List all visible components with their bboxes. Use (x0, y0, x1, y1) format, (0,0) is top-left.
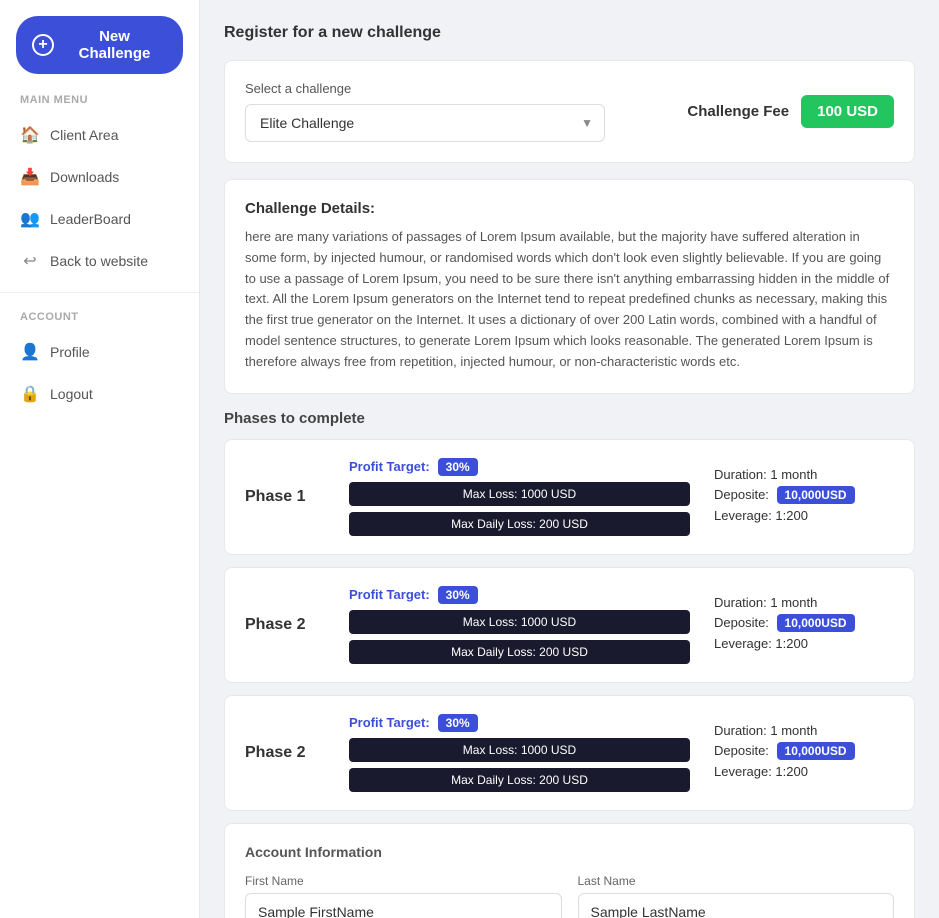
phase-3-profit-row: Profit Target: 30% (349, 714, 690, 732)
sidebar-item-profile[interactable]: 👤 Profile (0, 331, 199, 373)
phase-1-profit-badge: 30% (438, 458, 478, 476)
download-icon: 📥 (20, 167, 40, 187)
phases-title: Phases to complete (224, 410, 915, 427)
phases-section: Phases to complete Phase 1 Profit Target… (224, 410, 915, 811)
phase-2-profit-label: Profit Target: (349, 587, 430, 602)
phase-2-profit-badge: 30% (438, 586, 478, 604)
challenge-select-wrapper: Select a challenge Elite Challenge Stand… (245, 81, 605, 142)
phase-1-profit-row: Profit Target: 30% (349, 458, 690, 476)
phase-3-profit-label: Profit Target: (349, 715, 430, 730)
last-name-input[interactable] (578, 893, 895, 918)
phase-1-leverage: Leverage: 1:200 (714, 508, 894, 523)
phase-3-profit-badge: 30% (438, 714, 478, 732)
phase-2-deposit: Deposite: 10,000USD (714, 614, 894, 632)
profile-icon: 👤 (20, 342, 40, 362)
challenge-description: here are many variations of passages of … (245, 227, 894, 373)
select-challenge-label: Select a challenge (245, 81, 605, 96)
phase-1-name: Phase 1 (245, 488, 325, 506)
phase-3-leverage: Leverage: 1:200 (714, 764, 894, 779)
phase-2-leverage: Leverage: 1:200 (714, 636, 894, 651)
main-content: Register for a new challenge Select a ch… (200, 0, 939, 918)
challenge-fee-label: Challenge Fee (687, 103, 789, 120)
phase-2-profit-row: Profit Target: 30% (349, 586, 690, 604)
phase-3-duration: Duration: 1 month (714, 723, 894, 738)
phase-3-middle: Profit Target: 30% Max Loss: 1000 USD Ma… (349, 714, 690, 792)
last-name-label: Last Name (578, 874, 895, 888)
sidebar-item-logout-label: Logout (50, 386, 93, 402)
phase-2-right: Duration: 1 month Deposite: 10,000USD Le… (714, 595, 894, 655)
phase-3-max-loss: Max Loss: 1000 USD (349, 738, 690, 762)
sidebar-item-downloads-label: Downloads (50, 169, 119, 185)
new-challenge-label: New Challenge (62, 28, 167, 62)
account-info-card: Account Information First Name Last Name… (224, 823, 915, 918)
phase-card-3: Phase 2 Profit Target: 30% Max Loss: 100… (224, 695, 915, 811)
leaderboard-icon: 👥 (20, 209, 40, 229)
sidebar: + New Challenge MAIN MENU 🏠 Client Area … (0, 0, 200, 918)
phase-3-max-daily-loss: Max Daily Loss: 200 USD (349, 768, 690, 792)
challenge-details-title: Challenge Details: (245, 200, 894, 217)
phase-3-right: Duration: 1 month Deposite: 10,000USD Le… (714, 723, 894, 783)
first-name-group: First Name (245, 874, 562, 918)
lock-icon: 🔒 (20, 384, 40, 404)
phase-1-max-loss: Max Loss: 1000 USD (349, 482, 690, 506)
page-title: Register for a new challenge (224, 24, 915, 42)
first-name-input[interactable] (245, 893, 562, 918)
challenge-selector-card: Select a challenge Elite Challenge Stand… (224, 60, 915, 163)
phase-1-profit-label: Profit Target: (349, 459, 430, 474)
phase-2-max-loss: Max Loss: 1000 USD (349, 610, 690, 634)
sidebar-item-downloads[interactable]: 📥 Downloads (0, 156, 199, 198)
phase-2-deposit-badge: 10,000USD (777, 614, 855, 632)
challenge-select[interactable]: Elite Challenge Standard Challenge Pro C… (245, 104, 605, 142)
phase-1-duration: Duration: 1 month (714, 467, 894, 482)
phase-3-deposit-badge: 10,000USD (777, 742, 855, 760)
select-wrapper-inner: Elite Challenge Standard Challenge Pro C… (245, 104, 605, 142)
sidebar-item-back-label: Back to website (50, 253, 148, 269)
challenge-details-card: Challenge Details: here are many variati… (224, 179, 915, 394)
phase-card-1: Phase 1 Profit Target: 30% Max Loss: 100… (224, 439, 915, 555)
sidebar-item-logout[interactable]: 🔒 Logout (0, 373, 199, 415)
phase-2-name: Phase 2 (245, 616, 325, 634)
phase-1-max-daily-loss: Max Daily Loss: 200 USD (349, 512, 690, 536)
last-name-group: Last Name (578, 874, 895, 918)
phase-3-name: Phase 2 (245, 744, 325, 762)
back-icon: ↩ (20, 251, 40, 271)
account-name-row: First Name Last Name (245, 874, 894, 918)
account-info-title: Account Information (245, 844, 894, 860)
home-icon: 🏠 (20, 125, 40, 145)
sidebar-item-profile-label: Profile (50, 344, 90, 360)
sidebar-item-client-area-label: Client Area (50, 127, 118, 143)
new-challenge-button[interactable]: + New Challenge (16, 16, 183, 74)
phase-2-duration: Duration: 1 month (714, 595, 894, 610)
sidebar-divider (0, 292, 199, 293)
phase-1-middle: Profit Target: 30% Max Loss: 1000 USD Ma… (349, 458, 690, 536)
phase-2-middle: Profit Target: 30% Max Loss: 1000 USD Ma… (349, 586, 690, 664)
challenge-selector-row: Select a challenge Elite Challenge Stand… (245, 81, 894, 142)
challenge-fee-wrapper: Challenge Fee 100 USD (687, 95, 894, 128)
phase-1-deposit-badge: 10,000USD (777, 486, 855, 504)
sidebar-item-client-area[interactable]: 🏠 Client Area (0, 114, 199, 156)
phase-1-right: Duration: 1 month Deposite: 10,000USD Le… (714, 467, 894, 527)
plus-circle-icon: + (32, 34, 54, 56)
main-menu-label: MAIN MENU (0, 94, 199, 114)
sidebar-item-back-to-website[interactable]: ↩ Back to website (0, 240, 199, 282)
phase-2-max-daily-loss: Max Daily Loss: 200 USD (349, 640, 690, 664)
challenge-fee-value: 100 USD (801, 95, 894, 128)
phase-1-deposit: Deposite: 10,000USD (714, 486, 894, 504)
phase-3-deposit: Deposite: 10,000USD (714, 742, 894, 760)
account-label: ACCOUNT (0, 311, 199, 331)
sidebar-item-leaderboard[interactable]: 👥 LeaderBoard (0, 198, 199, 240)
phase-card-2: Phase 2 Profit Target: 30% Max Loss: 100… (224, 567, 915, 683)
first-name-label: First Name (245, 874, 562, 888)
sidebar-item-leaderboard-label: LeaderBoard (50, 211, 131, 227)
